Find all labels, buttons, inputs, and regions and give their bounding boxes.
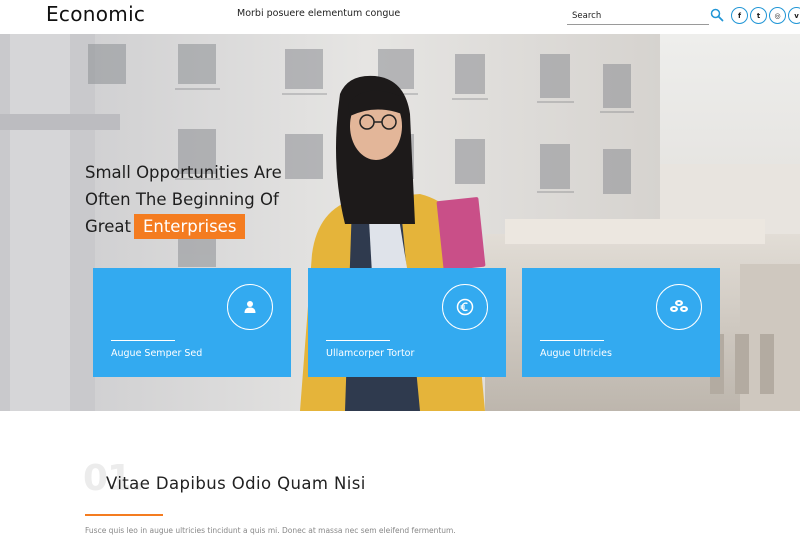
feature-label: Augue Ultricies [540, 348, 612, 359]
feature-card[interactable]: Augue Ultricies [522, 268, 720, 377]
feature-card[interactable]: Ullamcorper Tortor [308, 268, 506, 377]
site-tagline: Morbi posuere elementum congue [237, 8, 401, 19]
site-logo[interactable]: Economic [46, 2, 145, 26]
section-text: Fusce quis leo in augue ultricies tincid… [85, 526, 456, 535]
search-icon[interactable] [710, 8, 724, 22]
search-box [567, 5, 709, 26]
card-divider [111, 340, 175, 341]
hero-banner: Small Opportunities Are Often The Beginn… [0, 34, 800, 411]
site-header: Economic Morbi posuere elementum congue … [0, 0, 800, 34]
euro-icon [442, 284, 488, 330]
headline-line: Great Enterprises [85, 213, 385, 240]
feature-label: Ullamcorper Tortor [326, 348, 415, 359]
dribbble-icon[interactable]: ◎ [769, 7, 786, 24]
section-divider [85, 514, 163, 516]
vimeo-icon[interactable]: v [788, 7, 800, 24]
card-divider [540, 340, 604, 341]
feature-card[interactable]: Augue Semper Sed [93, 268, 291, 377]
section-title: Vitae Dapibus Odio Quam Nisi [106, 474, 366, 493]
search-input[interactable] [567, 6, 709, 26]
headline-line: Small Opportunities Are [85, 163, 282, 182]
twitter-icon[interactable]: t [750, 7, 767, 24]
feature-label: Augue Semper Sed [111, 348, 203, 359]
user-icon [227, 284, 273, 330]
card-divider [326, 340, 390, 341]
headline-line: Often The Beginning Of [85, 190, 279, 209]
coins-icon [656, 284, 702, 330]
hero-headline: Small Opportunities Are Often The Beginn… [85, 159, 385, 240]
headline-highlight: Enterprises [133, 214, 246, 239]
facebook-icon[interactable]: f [731, 7, 748, 24]
headline-word: Great [85, 217, 131, 236]
